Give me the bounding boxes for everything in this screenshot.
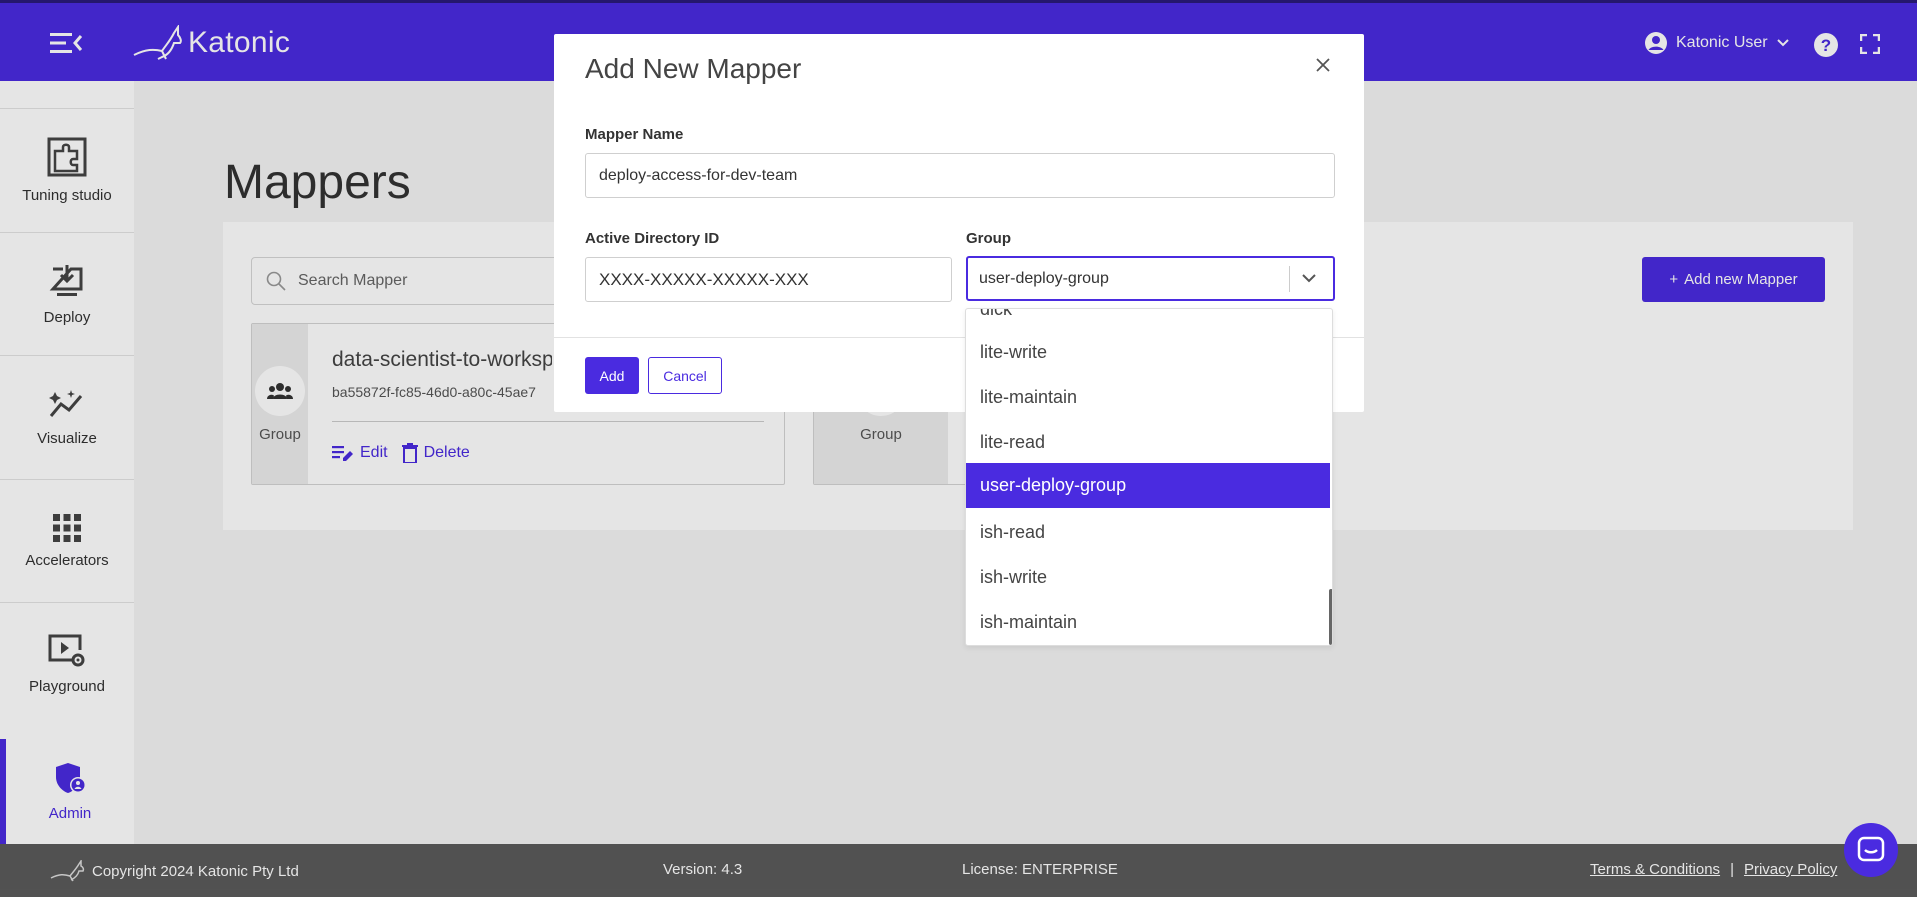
mapper-name-input[interactable]: deploy-access-for-dev-team	[585, 153, 1335, 198]
select-separator	[1289, 266, 1290, 292]
dropdown-option[interactable]: lite-write	[966, 330, 1330, 375]
dropdown-option[interactable]: lite-read	[966, 420, 1330, 465]
dropdown-scrollbar[interactable]	[1329, 589, 1332, 645]
chat-launcher-button[interactable]	[1844, 823, 1898, 877]
group-label: Group	[966, 230, 1011, 247]
group-select[interactable]: user-deploy-group	[966, 256, 1335, 301]
group-dropdown-list[interactable]: dick lite-write lite-maintain lite-read …	[965, 308, 1333, 646]
dropdown-option[interactable]: ish-write	[966, 555, 1330, 600]
dropdown-option-selected[interactable]: user-deploy-group	[966, 463, 1330, 508]
mapper-name-value: deploy-access-for-dev-team	[599, 166, 798, 184]
cancel-button[interactable]: Cancel	[648, 357, 722, 394]
add-button[interactable]: Add	[585, 357, 639, 394]
chat-icon	[1857, 836, 1885, 862]
close-icon[interactable]	[1314, 56, 1332, 74]
dropdown-option[interactable]: ish-read	[966, 510, 1330, 555]
chevron-down-icon[interactable]	[1301, 271, 1317, 289]
mapper-name-label: Mapper Name	[585, 126, 684, 143]
group-select-value: user-deploy-group	[979, 269, 1109, 287]
modal-title: Add New Mapper	[585, 53, 802, 84]
active-directory-id-value: XXXX-XXXXX-XXXXX-XXX	[599, 269, 809, 289]
active-directory-id-label: Active Directory ID	[585, 230, 720, 247]
active-directory-id-input[interactable]: XXXX-XXXXX-XXXXX-XXX	[585, 257, 952, 302]
dropdown-option[interactable]: dick	[966, 309, 1330, 332]
dropdown-option[interactable]: lite-maintain	[966, 375, 1330, 420]
dropdown-option[interactable]: ish-maintain	[966, 600, 1330, 645]
